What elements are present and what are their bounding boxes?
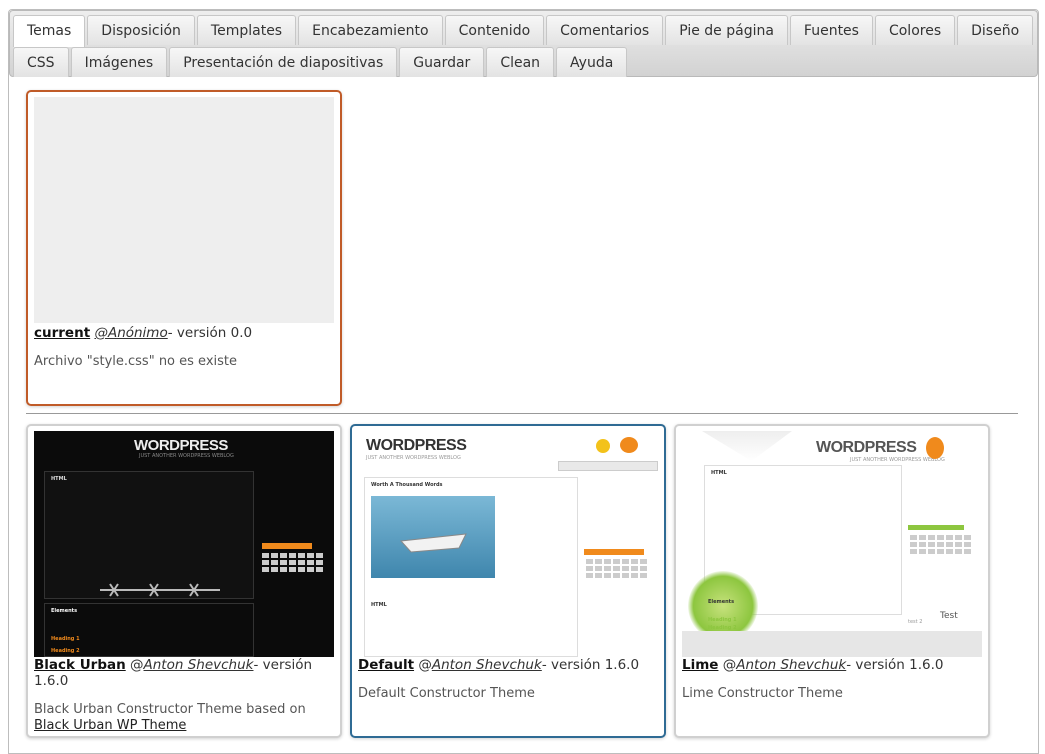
tab-templates[interactable]: Templates [196,15,297,45]
current-theme-title: current @Anónimo- versión 0.0 [34,325,334,341]
tab-fuentes[interactable]: Fuentes [789,15,873,45]
default-post-title: Worth A Thousand Words [371,482,443,488]
lime-elements: Elements [708,599,735,605]
current-theme-name[interactable]: current [34,325,90,341]
lime-calendar-header [908,525,964,530]
lime-test: Test [940,611,958,621]
bu-content-box: HTML [44,471,254,599]
black-urban-name[interactable]: Black Urban [34,657,126,673]
bu-heading2: Heading 2 [51,648,80,654]
current-theme-author: @Anónimo [94,325,168,341]
lime-orange-icon [926,437,944,459]
default-orange-icon [620,437,638,453]
tab-disposicion[interactable]: Disposición [87,15,195,45]
default-name[interactable]: Default [358,657,414,673]
default-description: Default Constructor Theme [358,686,535,701]
boat-photo [371,496,495,578]
current-theme-card[interactable]: current @Anónimo- versión 0.0 Archivo "s… [26,90,342,406]
tab-clean[interactable]: Clean [486,47,555,77]
default-version: - versión 1.6.0 [541,657,640,673]
default-thumbnail: WORDPRESS JUST ANOTHER WORDPRESS WEBLOG … [358,431,658,657]
lime-heading1: Heading 1 [708,617,737,623]
section-divider [26,413,1018,414]
black-urban-title: Black Urban @Anton Shevchuk- versión 1.6… [34,657,334,689]
tab-guardar[interactable]: Guardar [399,47,485,77]
lime-html-heading: HTML [711,470,727,476]
tab-comentarios[interactable]: Comentarios [546,15,664,45]
tab-row-2: CSS Imágenes Presentación de diapositiva… [13,47,628,77]
default-title: Default @Anton Shevchuk- versión 1.6.0 [358,657,658,673]
lime-name[interactable]: Lime [682,657,718,673]
lime-test2: test 2 [908,619,923,625]
current-theme-description: Archivo "style.css" no es existe [34,354,237,369]
black-urban-thumbnail: WORDPRESS JUST ANOTHER WORDPRESS WEBLOG … [34,431,334,657]
default-author[interactable]: Anton Shevchuk [432,657,542,673]
black-urban-link[interactable]: Black Urban WP Theme [34,718,186,733]
lime-footer-bar [682,631,982,657]
boat-icon [399,533,467,553]
tab-presentacion[interactable]: Presentación de diapositivas [169,47,398,77]
default-at: @ [418,657,432,673]
lime-description: Lime Constructor Theme [682,686,843,701]
lime-title: Lime @Anton Shevchuk- versión 1.6.0 [682,657,982,673]
lime-splash [702,431,792,461]
default-html-heading: HTML [371,602,387,608]
lime-thumbnail: WORDPRESS JUST ANOTHER WORDPRESS WEBLOG … [682,431,982,657]
tab-bar: Temas Disposición Templates Encabezamien… [9,10,1038,77]
black-urban-at: @ [130,657,144,673]
default-duck-icon [596,439,610,453]
tab-temas[interactable]: Temas [13,15,86,47]
lime-wordpress-logo: WORDPRESS [816,439,917,456]
theme-card-default[interactable]: WORDPRESS JUST ANOTHER WORDPRESS WEBLOG … [350,424,666,738]
lime-at: @ [722,657,737,673]
bu-calendar [262,553,323,572]
current-theme-thumbnail [34,97,334,323]
barbed-wire-icon [100,583,220,597]
tab-imagenes[interactable]: Imágenes [70,47,168,77]
tab-ayuda[interactable]: Ayuda [556,47,628,77]
tab-contenido[interactable]: Contenido [444,15,545,45]
bu-html-heading: HTML [51,476,67,482]
theme-card-black-urban[interactable]: WORDPRESS JUST ANOTHER WORDPRESS WEBLOG … [26,424,342,738]
tab-colores[interactable]: Colores [874,15,956,45]
current-theme-version: - versión 0.0 [167,325,253,341]
lime-author[interactable]: Anton Shevchuk [736,657,846,673]
tab-diseno[interactable]: Diseño [957,15,1034,45]
bu-tagline: JUST ANOTHER WORDPRESS WEBLOG [139,453,234,459]
bu-heading1: Heading 1 [51,636,80,642]
default-nav-bar [558,461,658,471]
default-calendar-header [584,549,644,555]
bu-elements: Elements [51,608,78,614]
black-urban-description-text: Black Urban Constructor Theme based on [34,702,306,717]
theme-card-lime[interactable]: WORDPRESS JUST ANOTHER WORDPRESS WEBLOG … [674,424,990,738]
black-urban-description: Black Urban Constructor Theme based on B… [34,702,334,734]
bu-wordpress-logo: WORDPRESS [134,437,228,454]
black-urban-author[interactable]: Anton Shevchuk [144,657,254,673]
default-tagline: JUST ANOTHER WORDPRESS WEBLOG [366,455,461,461]
bu-elements-box: Elements Heading 1 Heading 2 [44,603,254,657]
lime-version: - versión 1.6.0 [846,657,944,673]
default-wordpress-logo: WORDPRESS [366,437,467,454]
lime-calendar [910,535,971,554]
tab-encabezamiento[interactable]: Encabezamiento [298,15,443,45]
tab-row-1: Temas Disposición Templates Encabezamien… [13,15,1034,47]
default-post-box: Worth A Thousand Words HTML [364,477,578,657]
bu-calendar-header [262,543,312,549]
tab-css[interactable]: CSS [13,47,69,77]
tab-pie-de-pagina[interactable]: Pie de página [665,15,788,45]
default-calendar [586,559,647,578]
